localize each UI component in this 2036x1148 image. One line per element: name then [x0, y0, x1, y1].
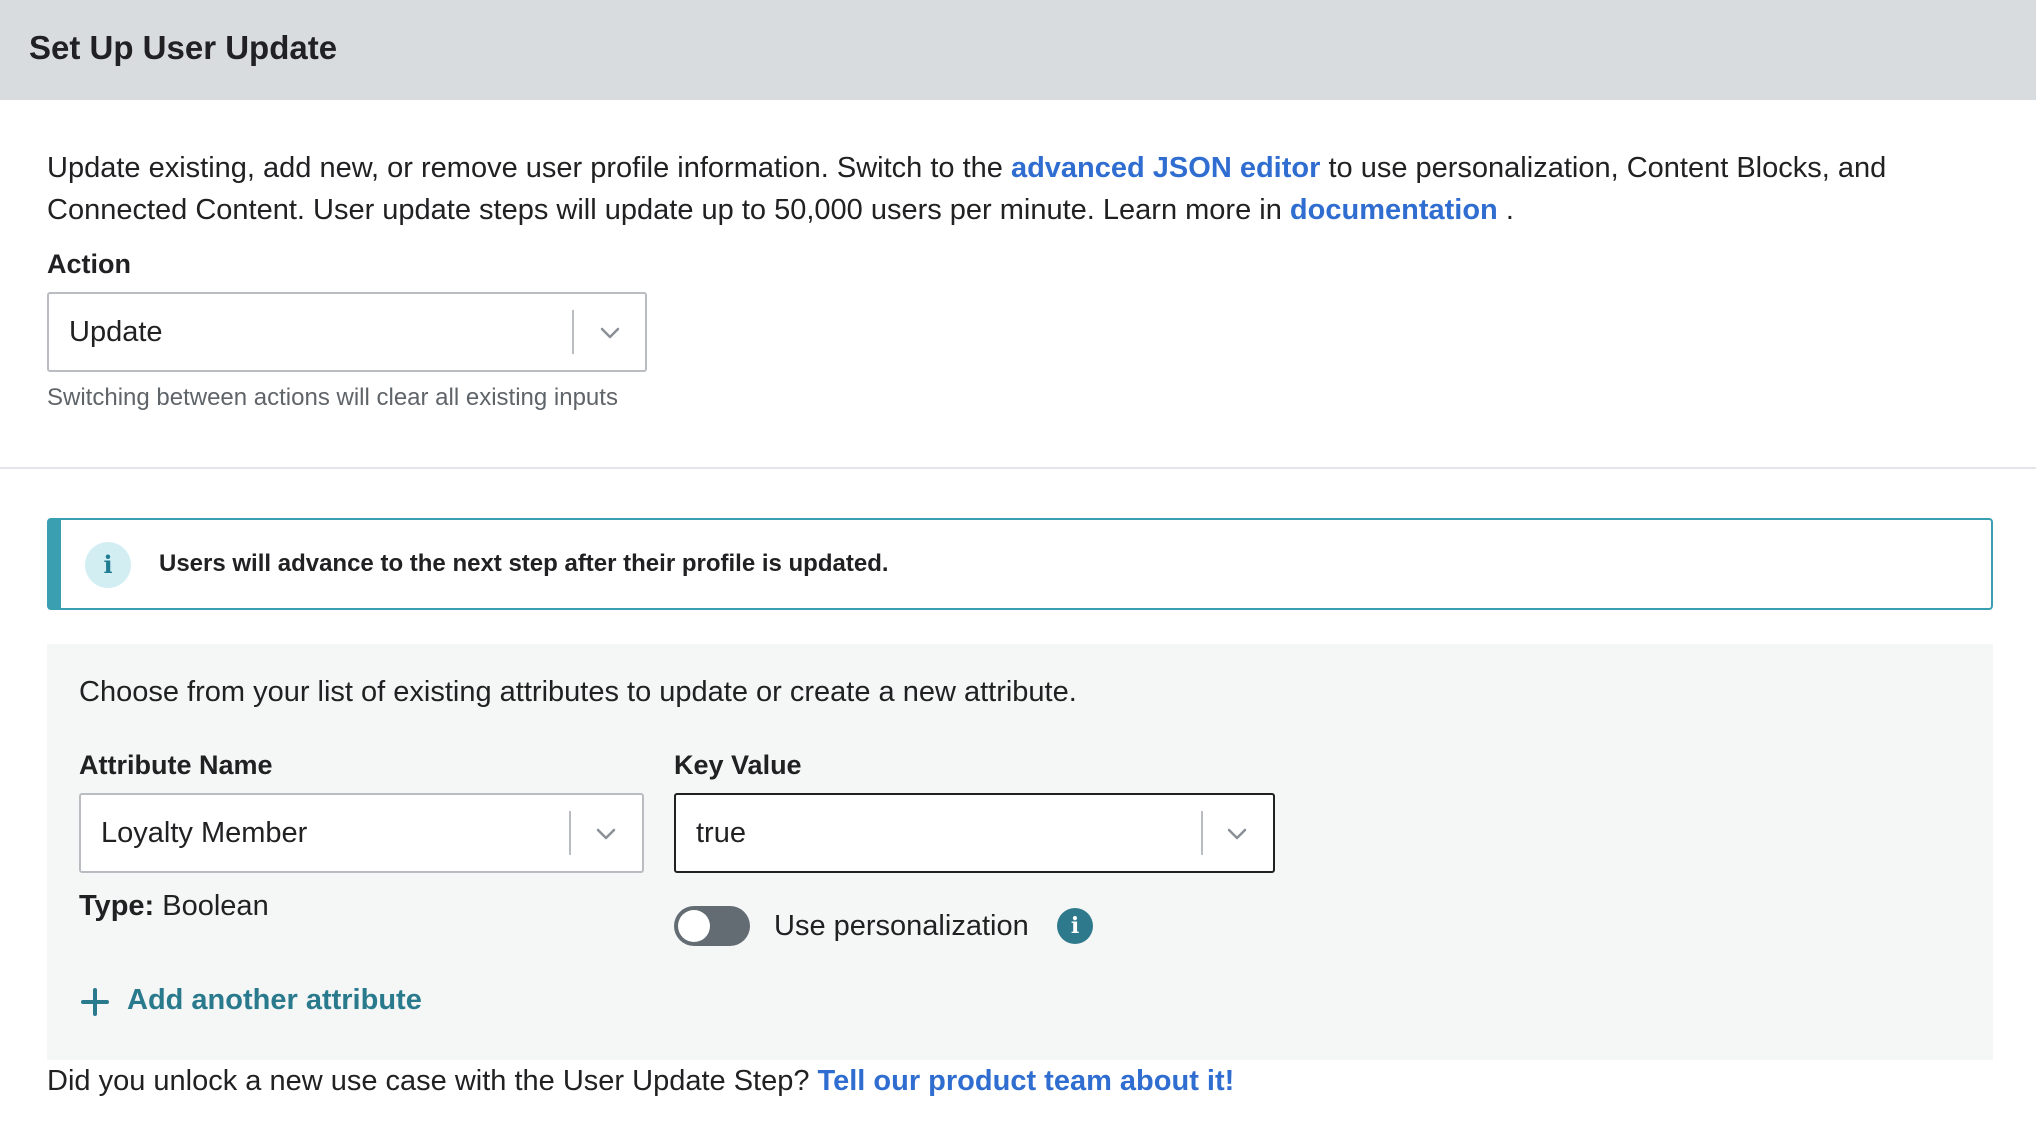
chevron-down-icon[interactable]	[1224, 821, 1250, 847]
key-value-value: true	[696, 817, 746, 849]
feedback-link[interactable]: Tell our product team about it!	[818, 1065, 1235, 1097]
section-divider	[0, 467, 2036, 469]
add-attribute-label: Add another attribute	[127, 984, 422, 1016]
attributes-description: Choose from your list of existing attrib…	[79, 676, 1077, 708]
toggle-knob	[678, 910, 710, 942]
attributes-panel: Choose from your list of existing attrib…	[47, 644, 1993, 1060]
intro-text-1: Update existing, add new, or remove user…	[47, 152, 1011, 184]
attribute-name-value: Loyalty Member	[101, 817, 308, 849]
chevron-down-icon[interactable]	[593, 821, 619, 847]
intro-text-3: .	[1497, 194, 1514, 226]
action-select-value: Update	[69, 316, 163, 348]
info-banner-text: Users will advance to the next step afte…	[159, 550, 889, 577]
page-title: Set Up User Update	[29, 29, 338, 66]
info-icon: i	[85, 542, 131, 588]
documentation-link[interactable]: documentation	[1290, 194, 1498, 226]
attribute-type-label: Type:	[79, 890, 155, 922]
attribute-type: Type: Boolean	[79, 890, 269, 923]
action-hint: Switching between actions will clear all…	[47, 384, 618, 411]
footer-text: Did you unlock a new use case with the U…	[47, 1065, 818, 1097]
action-select[interactable]: Update	[47, 292, 647, 372]
action-label: Action	[47, 249, 131, 279]
chevron-down-icon[interactable]	[597, 320, 623, 346]
attribute-type-value: Boolean	[162, 890, 269, 922]
advanced-json-editor-link[interactable]: advanced JSON editor	[1011, 152, 1320, 184]
feedback-footer: Did you unlock a new use case with the U…	[47, 1061, 1234, 1101]
info-banner: i Users will advance to the next step af…	[47, 518, 1993, 610]
select-separator	[572, 310, 574, 354]
info-icon[interactable]: i	[1057, 908, 1093, 944]
attribute-name-select[interactable]: Loyalty Member	[79, 793, 644, 873]
personalization-toggle[interactable]	[674, 906, 750, 946]
plus-icon	[81, 988, 109, 1016]
personalization-label: Use personalization	[774, 910, 1029, 942]
intro-paragraph: Update existing, add new, or remove user…	[47, 147, 2007, 231]
select-separator	[569, 811, 571, 855]
page-header: Set Up User Update	[0, 0, 2036, 100]
attribute-name-label: Attribute Name	[79, 750, 273, 780]
select-separator	[1201, 811, 1203, 855]
key-value-label: Key Value	[674, 750, 802, 780]
key-value-select[interactable]: true	[674, 793, 1275, 873]
